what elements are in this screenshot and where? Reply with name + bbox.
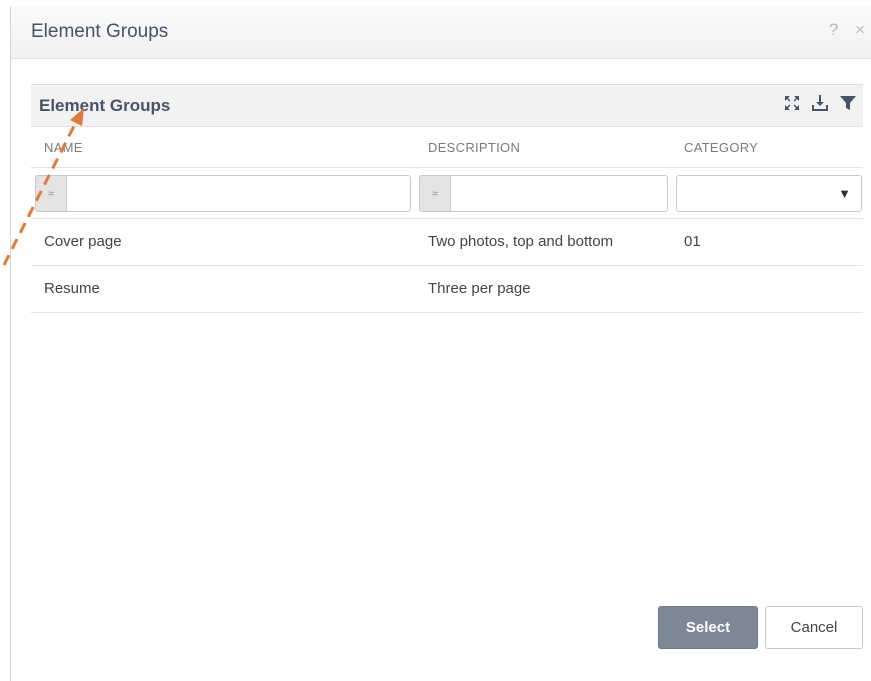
column-header-name[interactable]: NAME	[44, 140, 83, 155]
filter-row: ≈ ≈ ▼	[31, 168, 863, 219]
filter-icon[interactable]	[839, 94, 857, 112]
panel-toolbar	[783, 94, 857, 112]
cancel-button[interactable]: Cancel	[765, 606, 863, 649]
category-filter-select[interactable]: ▼	[676, 175, 862, 212]
name-filter: ≈	[35, 175, 411, 212]
chevron-down-icon: ▼	[838, 186, 851, 201]
cell-description: Two photos, top and bottom	[428, 233, 614, 250]
cell-name: Resume	[44, 280, 100, 297]
help-icon[interactable]: ?	[829, 20, 838, 39]
panel-title: Element Groups	[39, 96, 171, 115]
column-header-description[interactable]: DESCRIPTION	[428, 140, 520, 155]
element-groups-dialog: Element Groups ? × Element Groups NAME D…	[10, 6, 871, 681]
name-filter-input[interactable]	[67, 176, 410, 211]
table-row[interactable]: Cover page Two photos, top and bottom 01	[31, 219, 863, 266]
description-filter-input[interactable]	[451, 176, 667, 211]
cell-description: Three per page	[428, 280, 531, 297]
table-row[interactable]: Resume Three per page	[31, 266, 863, 313]
cell-category: 01	[684, 233, 701, 250]
close-icon[interactable]: ×	[855, 20, 865, 39]
description-filter: ≈	[419, 175, 668, 212]
select-button[interactable]: Select	[658, 606, 758, 649]
dialog-header-icons: ? ×	[817, 20, 865, 40]
dialog-title: Element Groups	[31, 21, 169, 42]
cell-name: Cover page	[44, 233, 122, 250]
column-headers: NAME DESCRIPTION CATEGORY	[31, 127, 863, 168]
name-filter-operator[interactable]: ≈	[36, 176, 67, 211]
dialog-header: Element Groups ? ×	[11, 6, 871, 59]
element-groups-panel: Element Groups NAME DESCRIPTION CATEGORY…	[31, 84, 863, 313]
panel-header: Element Groups	[31, 85, 863, 127]
expand-icon[interactable]	[783, 94, 801, 112]
description-filter-operator[interactable]: ≈	[420, 176, 451, 211]
download-icon[interactable]	[811, 94, 829, 112]
column-header-category[interactable]: CATEGORY	[684, 140, 758, 155]
